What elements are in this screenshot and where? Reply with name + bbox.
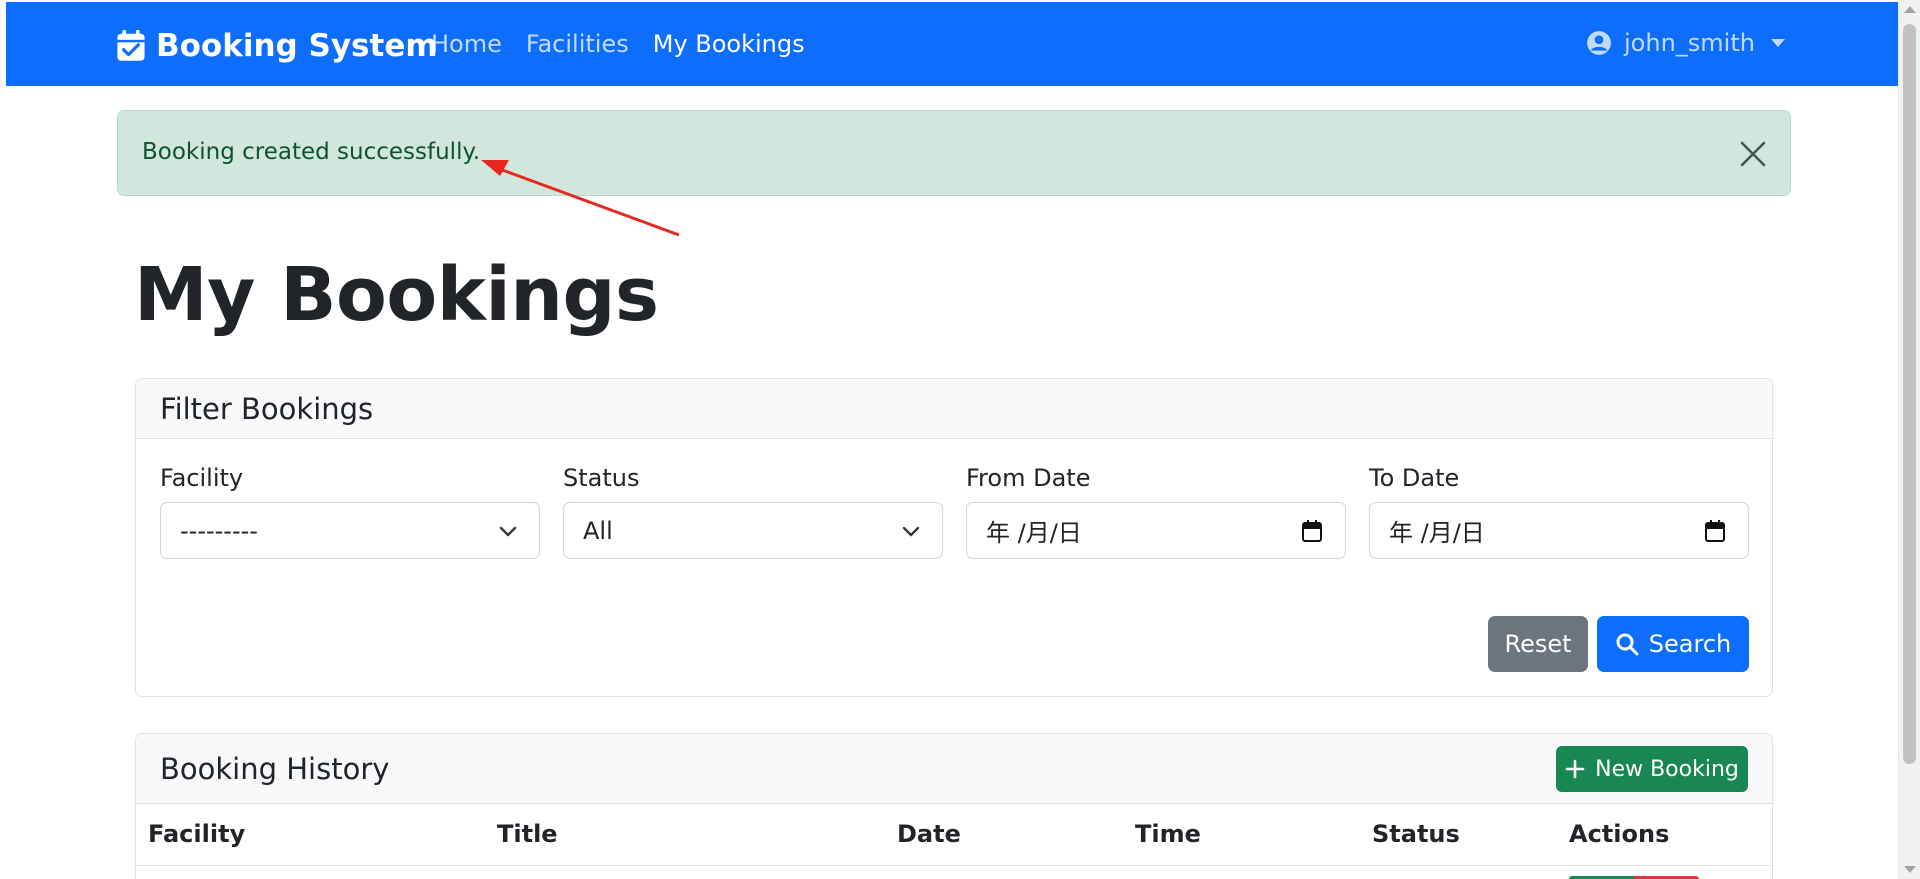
search-icon: [1616, 633, 1639, 656]
brand-link[interactable]: Booking System: [116, 26, 438, 66]
status-field: Status All: [563, 464, 943, 559]
to-date-input[interactable]: 年 /月/日: [1369, 502, 1749, 559]
calendar-check-icon: [117, 30, 145, 61]
scroll-down-arrow-icon[interactable]: [1904, 866, 1916, 873]
reset-button[interactable]: Reset: [1488, 616, 1588, 672]
facility-select[interactable]: ---------: [160, 502, 540, 559]
browser-viewport: Booking System Home Facilities My Bookin…: [0, 0, 1898, 879]
vertical-scrollbar[interactable]: [1898, 0, 1920, 879]
close-icon[interactable]: [1738, 139, 1768, 169]
filter-card-header: Filter Bookings: [136, 379, 1772, 439]
new-booking-button[interactable]: New Booking: [1556, 746, 1748, 792]
nav-link-facilities[interactable]: Facilities: [526, 30, 629, 58]
column-header-facility[interactable]: Facility: [148, 820, 245, 848]
username-label: john_smith: [1624, 29, 1755, 57]
alert-message: Booking created successfully.: [142, 139, 481, 165]
to-date-placeholder: 年 /月/日: [1389, 519, 1485, 547]
to-date-field: To Date 年 /月/日: [1369, 464, 1749, 559]
nav-links: Home Facilities My Bookings: [431, 30, 805, 58]
column-header-title[interactable]: Title: [497, 820, 558, 848]
table-header-row: Facility Title Date Time Status Actions: [136, 804, 1772, 866]
from-date-input[interactable]: 年 /月/日: [966, 502, 1346, 559]
nav-link-my-bookings[interactable]: My Bookings: [653, 30, 805, 58]
calendar-icon[interactable]: [1301, 519, 1323, 543]
column-header-date[interactable]: Date: [897, 820, 961, 848]
column-header-time[interactable]: Time: [1135, 820, 1201, 848]
page-title: My Bookings: [134, 252, 659, 338]
plus-icon: [1565, 759, 1585, 779]
booking-history-card: Booking History New Booking Facility Tit…: [135, 733, 1773, 879]
facility-label: Facility: [160, 464, 244, 492]
nav-link-home[interactable]: Home: [431, 30, 502, 58]
status-select[interactable]: All: [563, 502, 943, 559]
top-navbar: Booking System Home Facilities My Bookin…: [6, 2, 1898, 86]
status-value: All: [583, 516, 613, 545]
from-date-field: From Date 年 /月/日: [966, 464, 1346, 559]
search-label: Search: [1648, 630, 1732, 658]
from-date-label: From Date: [966, 464, 1091, 492]
user-circle-icon: [1587, 31, 1611, 55]
user-dropdown[interactable]: john_smith: [1586, 29, 1785, 57]
scroll-up-arrow-icon[interactable]: [1904, 6, 1916, 13]
chevron-down-icon: [902, 526, 920, 537]
facility-field: Facility ---------: [160, 464, 540, 559]
column-header-status[interactable]: Status: [1372, 820, 1460, 848]
scroll-thumb[interactable]: [1903, 24, 1916, 764]
to-date-label: To Date: [1369, 464, 1460, 492]
brand-label: Booking System: [156, 28, 438, 64]
search-button[interactable]: Search: [1597, 616, 1749, 672]
history-title: Booking History: [160, 751, 390, 786]
calendar-icon[interactable]: [1704, 519, 1726, 543]
success-alert: Booking created successfully.: [117, 110, 1791, 196]
filter-title: Filter Bookings: [160, 391, 374, 426]
from-date-placeholder: 年 /月/日: [986, 519, 1082, 547]
column-header-actions[interactable]: Actions: [1569, 820, 1669, 848]
chevron-down-icon: [1770, 39, 1785, 47]
history-card-header: Booking History New Booking: [136, 734, 1772, 804]
new-booking-label: New Booking: [1595, 756, 1739, 782]
filter-card: Filter Bookings Facility --------- Statu…: [135, 378, 1773, 697]
chevron-down-icon: [499, 526, 517, 537]
status-label: Status: [563, 464, 640, 492]
facility-value: ---------: [180, 516, 258, 545]
